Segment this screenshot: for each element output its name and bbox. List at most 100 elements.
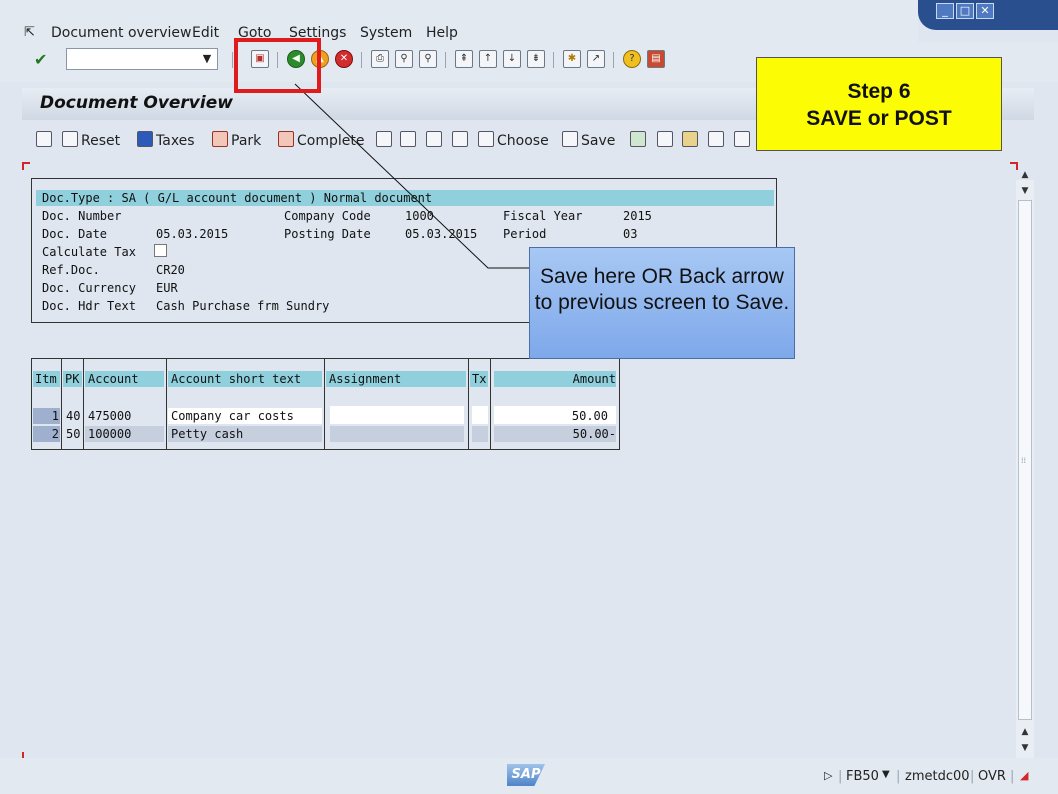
status-separator: | bbox=[970, 769, 975, 784]
last-page-icon[interactable]: ⇟ bbox=[527, 50, 545, 68]
doc-currency-value: EUR bbox=[156, 281, 178, 295]
table-row-1-amount: 50.00 bbox=[571, 409, 608, 423]
layout-icon[interactable]: ▤ bbox=[647, 50, 665, 68]
table-row-1-tx-field[interactable] bbox=[472, 406, 488, 424]
save-layout-label: Save bbox=[581, 133, 616, 149]
status-separator: | bbox=[896, 769, 901, 784]
complete-icon bbox=[278, 131, 294, 147]
choose-button[interactable]: Choose bbox=[478, 131, 549, 149]
scroll-bottom-icon[interactable]: ▼ bbox=[1018, 741, 1032, 755]
scroll-up-icon[interactable]: ▼ bbox=[1018, 184, 1032, 198]
scroll-top-icon[interactable]: ▲ bbox=[1018, 168, 1032, 182]
table-col-divider bbox=[490, 358, 491, 450]
toolbar-separator bbox=[445, 52, 446, 68]
shortcut-icon[interactable]: ↗ bbox=[587, 50, 605, 68]
table-row-1-assignment-field[interactable] bbox=[330, 406, 464, 424]
reset-button[interactable]: Reset bbox=[62, 131, 120, 149]
menu-edit[interactable]: Edit bbox=[192, 25, 219, 41]
table-row-1-itm: 1 bbox=[51, 409, 59, 423]
help-icon[interactable]: ? bbox=[623, 50, 641, 68]
complete-button[interactable]: Complete bbox=[278, 131, 364, 149]
status-mode[interactable]: OVR bbox=[978, 769, 1006, 784]
menu-exit-icon[interactable]: ⇱ bbox=[24, 25, 35, 40]
table-col-divider bbox=[61, 358, 62, 450]
doc-type-text: Doc.Type : SA ( G/L account document ) N… bbox=[42, 191, 433, 205]
table-row-1-text: Company car costs bbox=[171, 409, 294, 423]
ref-doc-label: Ref.Doc. bbox=[42, 263, 100, 277]
previous-page-icon[interactable]: ↑ bbox=[479, 50, 497, 68]
complete-label: Complete bbox=[297, 133, 365, 149]
table-row-2-amount: 50.00- bbox=[572, 427, 616, 441]
menu-system[interactable]: System bbox=[360, 25, 412, 41]
park-icon bbox=[212, 131, 228, 147]
doc-date-value: 05.03.2015 bbox=[156, 227, 229, 241]
col-header-pk[interactable]: PK bbox=[65, 372, 79, 386]
enter-icon[interactable]: ✔ bbox=[34, 50, 54, 70]
edit-icon[interactable] bbox=[708, 131, 727, 149]
status-expand-icon[interactable]: ▷ bbox=[824, 769, 832, 782]
next-page-icon[interactable]: ↓ bbox=[503, 50, 521, 68]
menu-document-overview[interactable]: Document overview bbox=[51, 25, 191, 41]
step-subtitle: SAVE or POST bbox=[806, 107, 952, 130]
table-col-divider bbox=[468, 358, 469, 450]
step-annotation: Step 6 SAVE or POST bbox=[756, 57, 1002, 151]
company-code-label: Company Code bbox=[284, 209, 371, 223]
taxes-button[interactable]: Taxes bbox=[137, 131, 195, 149]
subtotal-icon[interactable] bbox=[657, 131, 676, 149]
park-label: Park bbox=[231, 133, 262, 149]
col-header-assignment[interactable]: Assignment bbox=[329, 372, 401, 386]
menu-help[interactable]: Help bbox=[426, 25, 458, 41]
table-row-2-itm: 2 bbox=[51, 427, 59, 441]
copy-icon[interactable] bbox=[452, 131, 471, 149]
create-session-icon[interactable]: ✱ bbox=[563, 50, 581, 68]
print-icon[interactable]: ⎙ bbox=[371, 50, 389, 68]
sum-icon[interactable] bbox=[630, 131, 649, 149]
save-layout-icon bbox=[562, 131, 578, 147]
close-icon[interactable]: ✕ bbox=[976, 3, 994, 19]
page-title: Document Overview bbox=[40, 93, 233, 113]
table-row-1-account: 475000 bbox=[88, 409, 132, 423]
col-header-account[interactable]: Account bbox=[88, 372, 139, 386]
sort-descending-icon[interactable] bbox=[426, 131, 445, 149]
scroll-down-icon[interactable]: ▲ bbox=[1018, 725, 1032, 739]
table-col-divider bbox=[166, 358, 167, 450]
filter-icon[interactable] bbox=[376, 131, 395, 149]
posting-date-label: Posting Date bbox=[284, 227, 371, 241]
col-header-amount[interactable]: Amount bbox=[494, 372, 616, 386]
table-row-2-assignment-field[interactable] bbox=[330, 426, 464, 442]
calculate-tax-checkbox[interactable] bbox=[154, 244, 167, 257]
find-next-icon[interactable]: ⚲ bbox=[419, 50, 437, 68]
period-label: Period bbox=[503, 227, 547, 241]
col-header-itm[interactable]: Itm bbox=[35, 372, 57, 386]
display-icon[interactable] bbox=[36, 131, 55, 149]
export-icon[interactable] bbox=[682, 131, 701, 149]
cancel-icon[interactable]: ✕ bbox=[335, 50, 353, 68]
company-code-value: 1000 bbox=[405, 209, 434, 223]
col-header-short-text[interactable]: Account short text bbox=[171, 372, 301, 386]
save-layout-button[interactable]: Save bbox=[562, 131, 615, 149]
resize-grip-icon[interactable]: ⁞⁞ bbox=[1021, 456, 1026, 465]
table-row-2-account: 100000 bbox=[88, 427, 132, 441]
doc-hdr-text-label: Doc. Hdr Text bbox=[42, 299, 136, 313]
find-icon[interactable]: ⚲ bbox=[395, 50, 413, 68]
maximize-icon[interactable]: □ bbox=[956, 3, 974, 19]
minimize-icon[interactable]: _ bbox=[936, 3, 954, 19]
period-value: 03 bbox=[623, 227, 638, 241]
window-frame bbox=[0, 0, 1058, 8]
doc-currency-label: Doc. Currency bbox=[42, 281, 136, 295]
info-icon bbox=[137, 131, 153, 147]
doc-number-label: Doc. Number bbox=[42, 209, 122, 223]
park-button[interactable]: Park bbox=[212, 131, 261, 149]
chevron-down-icon[interactable]: ▼ bbox=[198, 50, 216, 68]
status-dropdown-icon[interactable]: ▼ bbox=[882, 769, 890, 780]
table-row-2-tx-field[interactable] bbox=[472, 426, 488, 442]
sort-ascending-icon[interactable] bbox=[400, 131, 419, 149]
calculator-icon[interactable] bbox=[734, 131, 753, 149]
taxes-label: Taxes bbox=[156, 133, 195, 149]
command-field[interactable] bbox=[66, 48, 218, 70]
first-page-icon[interactable]: ⇞ bbox=[455, 50, 473, 68]
choose-label: Choose bbox=[497, 133, 549, 149]
status-separator: | bbox=[1010, 769, 1015, 784]
col-header-tx[interactable]: Tx bbox=[472, 372, 486, 386]
status-user: zmetdc00 bbox=[905, 769, 970, 784]
